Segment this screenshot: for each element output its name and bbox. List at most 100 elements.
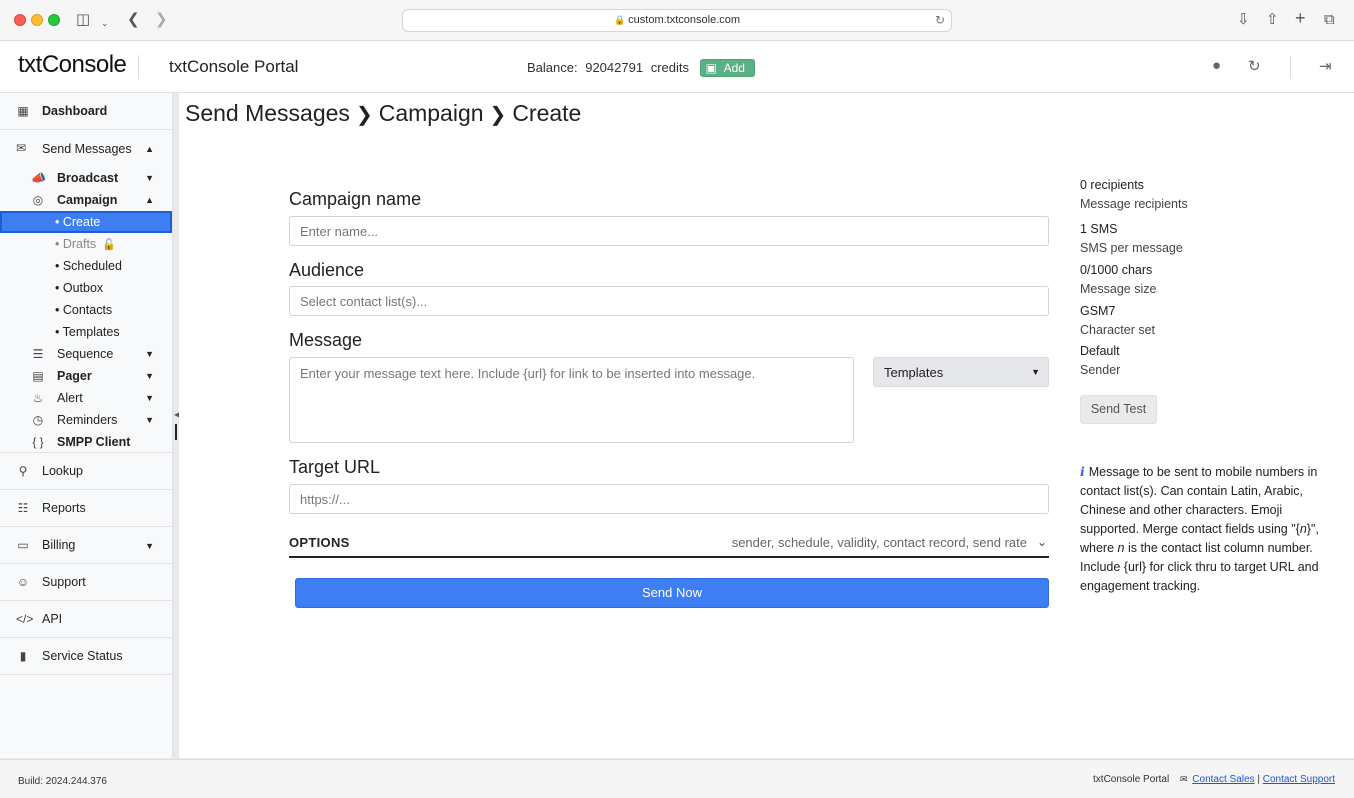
portal-title: txtConsole Portal: [169, 57, 299, 76]
sidebar-item-label: API: [42, 612, 63, 626]
sidebar-item-billing[interactable]: ▭ Billing ▼: [0, 527, 172, 564]
reload-icon[interactable]: ↻: [935, 10, 945, 31]
new-tab-icon[interactable]: +: [1295, 8, 1306, 28]
audience-label: Audience: [289, 260, 365, 280]
charset-value: GSM7: [1080, 304, 1116, 318]
logout-icon[interactable]: ⇥: [1319, 57, 1332, 75]
sidebar-item-contacts[interactable]: • Contacts: [0, 299, 172, 321]
address-bar[interactable]: 🔒 custom.txtconsole.com ↻: [402, 9, 952, 32]
caret-up-icon[interactable]: ▲: [145, 144, 154, 154]
megaphone-icon: 📣: [31, 171, 46, 185]
footer-divider: |: [1257, 774, 1260, 785]
headset-icon: ☺: [16, 575, 30, 589]
forward-icon[interactable]: ❯: [155, 10, 168, 30]
sidebar-item-outbox[interactable]: • Outbox: [0, 277, 172, 299]
breadcrumb-send-messages[interactable]: Send Messages: [185, 100, 350, 126]
breadcrumb-campaign[interactable]: Campaign: [379, 100, 484, 126]
brand-logo[interactable]: txtConsole: [18, 51, 127, 79]
sidebar-item-support[interactable]: ☺ Support: [0, 564, 172, 601]
sidebar-item-alert[interactable]: ♨ Alert ▼: [0, 387, 172, 409]
sidebar-toggle-icon[interactable]: ◫: [76, 10, 90, 30]
target-url-input[interactable]: https://...: [289, 484, 1049, 514]
sidebar-item-smpp-client[interactable]: { } SMPP Client: [0, 431, 172, 453]
contact-sales-link[interactable]: Contact Sales: [1192, 774, 1254, 785]
footer: Build: 2024.244.376 txtConsole Portal ✉ …: [0, 759, 1354, 798]
message-textarea[interactable]: Enter your message text here. Include {u…: [289, 357, 854, 443]
sidebar-item-campaign[interactable]: ◎ Campaign ▲: [0, 189, 172, 211]
user-icon[interactable]: ●: [1212, 57, 1221, 74]
sidebar-item-service-status[interactable]: ▮ Service Status: [0, 638, 172, 675]
footer-links: txtConsole Portal ✉ Contact Sales | Cont…: [1093, 774, 1335, 785]
add-credits-button[interactable]: ▣ Add: [699, 59, 755, 77]
sidebar-item-create[interactable]: • Create: [0, 211, 172, 233]
sidebar-item-api[interactable]: </> API: [0, 601, 172, 638]
options-hint: sender, schedule, validity, contact reco…: [731, 535, 1027, 550]
sidebar-item-label: Broadcast: [57, 171, 119, 185]
message-size-label: Message size: [1080, 282, 1157, 296]
lock-icon: 🔒: [613, 15, 626, 25]
sidebar-item-label: • Contacts: [55, 303, 113, 317]
cash-icon: ▭: [17, 538, 29, 552]
sidebar-item-label: Lookup: [42, 464, 84, 478]
minimize-window-button[interactable]: [31, 14, 43, 26]
sidebar-item-broadcast[interactable]: 📣 Broadcast ▼: [0, 167, 172, 189]
sidebar-item-label: • Drafts: [55, 237, 97, 251]
app-header: txtConsole txtConsole Portal Balance: 92…: [0, 41, 1354, 93]
caret-down-icon[interactable]: ▼: [145, 415, 154, 425]
sms-count-label: SMS per message: [1080, 241, 1183, 255]
caret-down-icon[interactable]: ▼: [145, 541, 154, 551]
sidebar-item-label: • Templates: [55, 325, 120, 339]
campaign-name-label: Campaign name: [289, 189, 422, 209]
chevron-right-icon: ❯: [489, 104, 507, 126]
sidebar-item-send-messages[interactable]: ✉ Send Messages ▲: [0, 130, 172, 156]
header-divider: [138, 55, 139, 79]
download-icon[interactable]: ⇩: [1237, 10, 1250, 30]
card-icon: ▣: [705, 61, 717, 75]
sidebar-item-sequence[interactable]: ☰ Sequence ▼: [0, 343, 172, 365]
sidebar-item-label: Dashboard: [42, 104, 108, 118]
main-content: Send Messages ❯ Campaign ❯ Create Campaign n…: [179, 93, 1354, 758]
caret-up-icon[interactable]: ▲: [145, 195, 154, 205]
sidebar-item-dashboard[interactable]: ▦ Dashboard: [0, 93, 172, 130]
options-toggle[interactable]: OPTIONS sender, schedule, validity, cont…: [289, 533, 1049, 558]
sidebar-item-reminders[interactable]: ◷ Reminders ▼: [0, 409, 172, 431]
campaign-name-input[interactable]: Enter name...: [289, 216, 1049, 246]
chevron-down-icon[interactable]: ⌄: [101, 13, 109, 33]
traffic-light-icon: ▮: [19, 649, 27, 663]
sidebar-item-drafts[interactable]: • Drafts 🔓: [0, 233, 172, 255]
send-test-button[interactable]: Send Test: [1080, 395, 1157, 424]
sidebar-item-label: • Create: [55, 215, 101, 229]
audience-select[interactable]: Select contact list(s)...: [289, 286, 1049, 316]
sender-label: Sender: [1080, 363, 1121, 377]
balance-unit: credits: [650, 60, 689, 75]
send-now-button[interactable]: Send Now: [295, 578, 1049, 608]
contact-support-link[interactable]: Contact Support: [1263, 774, 1335, 785]
refresh-icon[interactable]: ↻: [1248, 57, 1261, 75]
caret-down-icon[interactable]: ▼: [145, 349, 154, 359]
sidebar-item-lookup[interactable]: ⚲ Lookup: [0, 453, 172, 490]
sidebar-resize-handle[interactable]: [175, 424, 177, 440]
templates-select[interactable]: Templates ▼: [873, 357, 1049, 387]
caret-down-icon[interactable]: ▼: [145, 393, 154, 403]
grid-icon: ▦: [17, 104, 29, 118]
clock-icon: ◷: [32, 413, 44, 427]
url-text: custom.txtconsole.com: [628, 14, 741, 26]
sidebar-item-pager[interactable]: ▤ Pager ▼: [0, 365, 172, 387]
build-version: Build: 2024.244.376: [18, 776, 107, 787]
breadcrumb-create: Create: [512, 100, 582, 126]
sidebar-item-label: Service Status: [42, 649, 123, 663]
close-window-button[interactable]: [14, 14, 26, 26]
document-icon: ☷: [17, 501, 29, 515]
maximize-window-button[interactable]: [48, 14, 60, 26]
caret-down-icon: ▼: [1031, 367, 1040, 377]
sidebar-item-label: SMPP Client: [57, 435, 131, 449]
sidebar-item-templates[interactable]: • Templates: [0, 321, 172, 343]
sidebar-item-scheduled[interactable]: • Scheduled: [0, 255, 172, 277]
caret-down-icon[interactable]: ▼: [145, 371, 154, 381]
share-icon[interactable]: ⇧: [1266, 10, 1279, 30]
caret-down-icon[interactable]: ▼: [145, 173, 154, 183]
tab-overview-icon[interactable]: ⧉: [1324, 10, 1335, 30]
chevron-right-icon: ❯: [355, 104, 373, 126]
sidebar-item-reports[interactable]: ☷ Reports: [0, 490, 172, 527]
back-icon[interactable]: ❮: [127, 10, 140, 30]
